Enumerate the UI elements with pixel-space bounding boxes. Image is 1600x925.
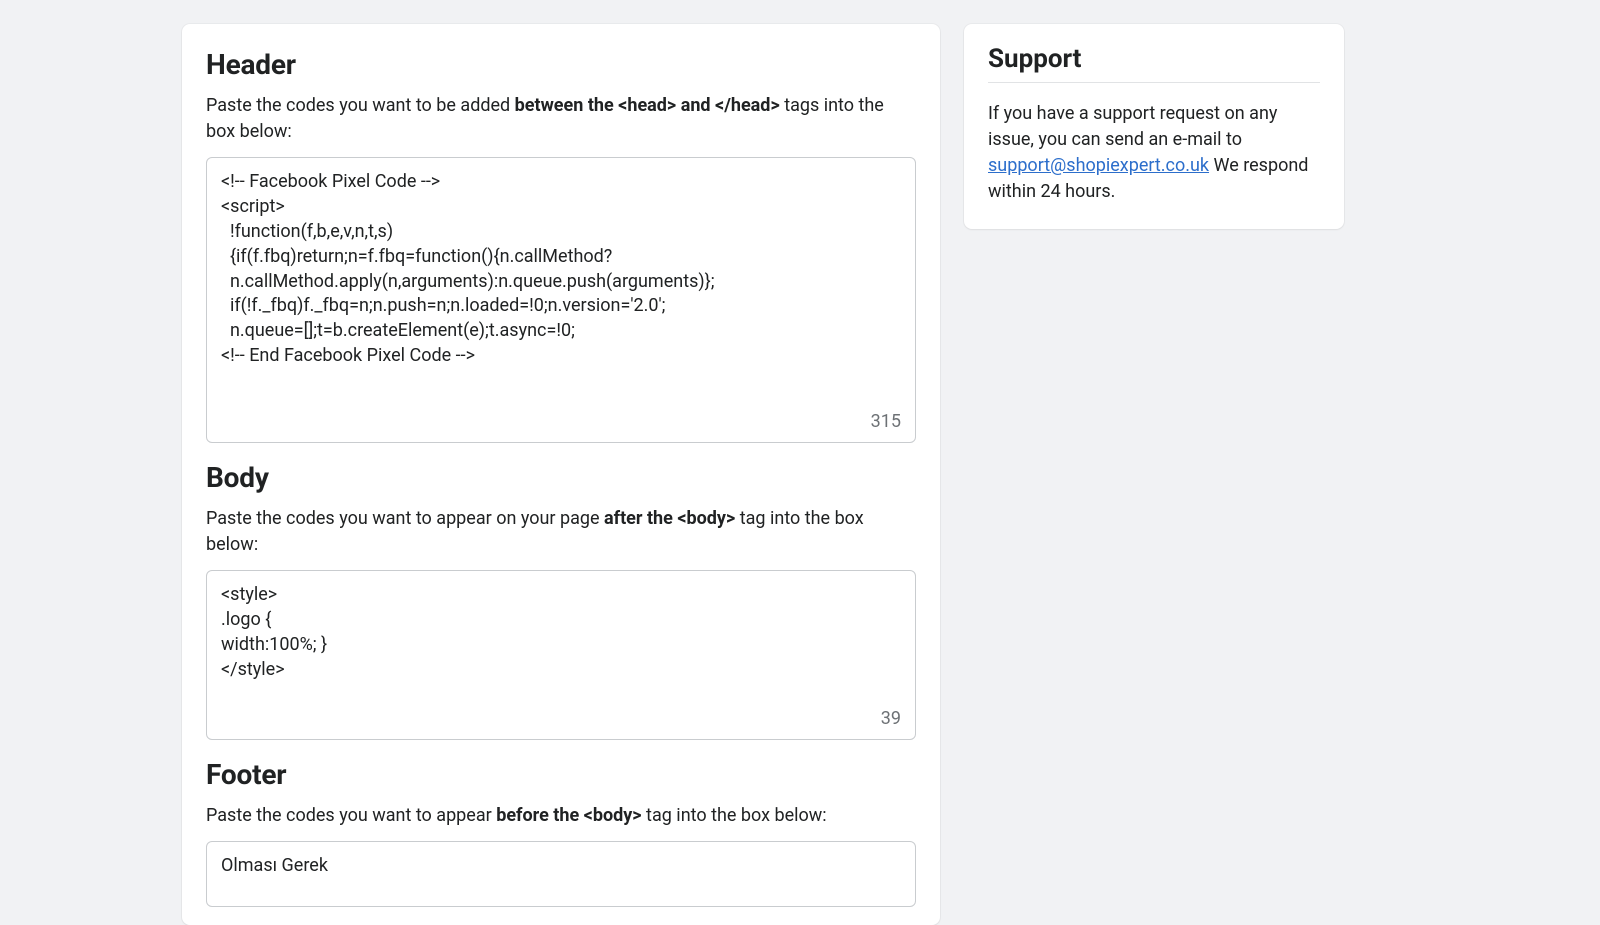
support-email-link[interactable]: support@shopiexpert.co.uk [988, 155, 1209, 176]
main-settings-card: Header Paste the codes you want to be ad… [182, 24, 940, 925]
header-code-box: 315 [206, 157, 916, 443]
footer-desc-pre: Paste the codes you want to appear [206, 805, 496, 826]
footer-desc-post: tag into the box below: [642, 805, 827, 826]
footer-section-title: Footer [206, 758, 916, 791]
body-desc-bold: after the <body> [604, 508, 735, 529]
footer-code-textarea[interactable] [207, 842, 915, 902]
footer-desc-bold: before the <body> [496, 805, 641, 826]
body-section-desc: Paste the codes you want to appear on yo… [206, 506, 916, 558]
body-code-box: 39 [206, 570, 916, 740]
header-char-count: 315 [871, 411, 901, 432]
support-card: Support If you have a support request on… [964, 24, 1344, 229]
footer-code-box [206, 841, 916, 907]
footer-section-desc: Paste the codes you want to appear befor… [206, 803, 916, 829]
body-char-count: 39 [881, 708, 901, 729]
body-code-textarea[interactable] [207, 571, 915, 735]
header-desc-pre: Paste the codes you want to be added [206, 95, 515, 116]
support-title: Support [988, 44, 1320, 83]
body-section-title: Body [206, 461, 916, 494]
header-section-desc: Paste the codes you want to be added bet… [206, 93, 916, 145]
header-desc-bold: between the <head> and </head> [515, 95, 780, 116]
support-text-pre: If you have a support request on any iss… [988, 103, 1277, 150]
header-code-textarea[interactable] [207, 158, 915, 438]
header-section-title: Header [206, 48, 916, 81]
support-text: If you have a support request on any iss… [988, 93, 1320, 205]
body-desc-pre: Paste the codes you want to appear on yo… [206, 508, 604, 529]
